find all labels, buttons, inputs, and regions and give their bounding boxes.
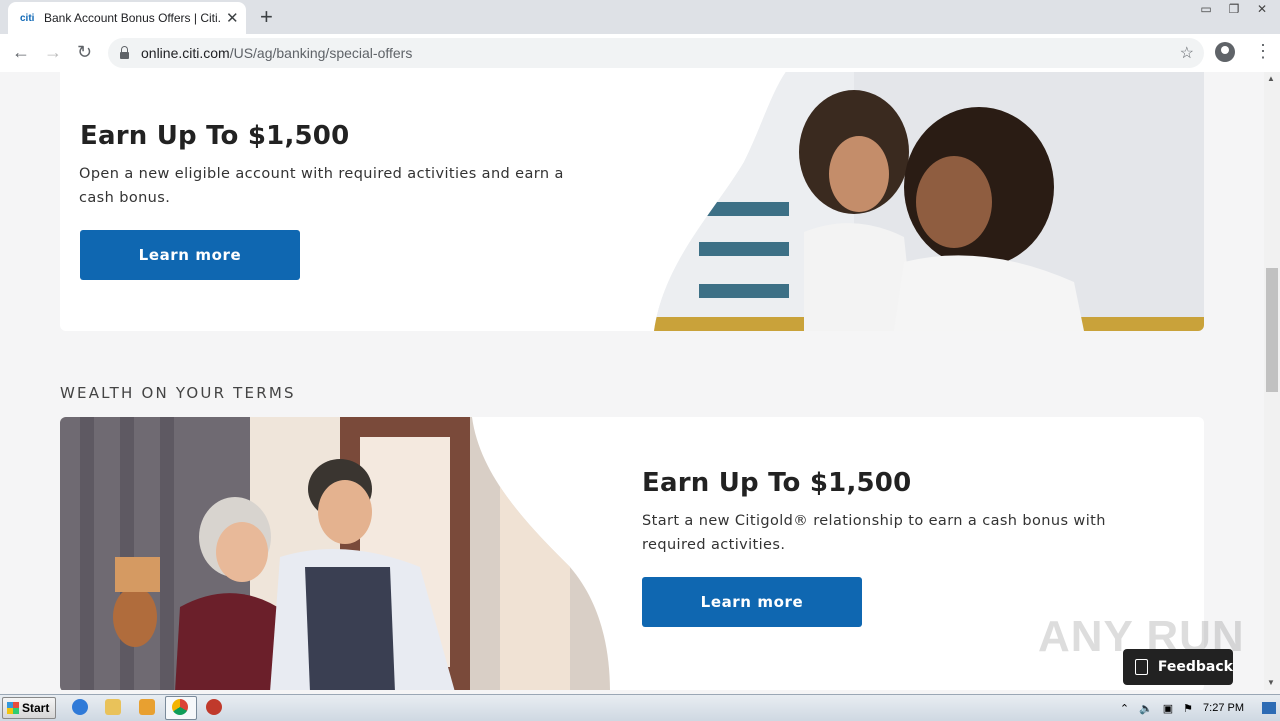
stop-icon[interactable] — [206, 699, 222, 715]
media-icon[interactable] — [139, 699, 155, 715]
offer-title: Earn Up To $1,500 — [80, 121, 350, 151]
citi-favicon: citi — [20, 12, 35, 24]
back-icon[interactable]: ← — [12, 42, 30, 63]
offer-title: Earn Up To $1,500 — [642, 468, 912, 498]
reload-icon[interactable]: ↻ — [77, 42, 92, 63]
clock[interactable]: 7:27 PM — [1203, 702, 1244, 714]
page-viewport: Earn Up To $1,500 Open a new eligible ac… — [0, 72, 1264, 690]
browser-tab[interactable]: citi Bank Account Bonus Offers | Citi.co… — [8, 2, 246, 34]
window-controls: ▭ ❐ ✕ — [1192, 0, 1276, 18]
minimize-icon[interactable]: ▭ — [1192, 0, 1220, 18]
new-tab-icon[interactable]: + — [260, 4, 273, 30]
menu-icon[interactable]: ⋮ — [1254, 41, 1272, 62]
tray-expand-icon[interactable]: ⌃ — [1120, 702, 1129, 715]
flag-icon[interactable]: ⚑ — [1183, 702, 1193, 715]
star-icon[interactable]: ☆ — [1180, 43, 1194, 63]
learn-more-button[interactable]: Learn more — [80, 230, 300, 280]
window-close-icon[interactable]: ✕ — [1248, 0, 1276, 18]
thumbs-up-icon — [1135, 659, 1148, 675]
scroll-thumb[interactable] — [1266, 268, 1278, 392]
windows-taskbar: Start ⌃ 🔈 ▣ ⚑ 7:27 PM — [0, 694, 1280, 721]
forward-icon[interactable]: → — [44, 42, 62, 63]
scroll-up-icon[interactable]: ▲ — [1267, 74, 1275, 83]
system-tray: ⌃ 🔈 ▣ ⚑ 7:27 PM — [1120, 695, 1280, 721]
start-label: Start — [22, 701, 50, 715]
start-button[interactable]: Start — [2, 697, 56, 719]
volume-icon[interactable]: 🔈 — [1139, 702, 1153, 715]
tab-title: Bank Account Bonus Offers | Citi.com — [44, 11, 220, 25]
address-bar[interactable]: online.citi.com/US/ag/banking/special-of… — [108, 38, 1204, 68]
learn-more-button[interactable]: Learn more — [642, 577, 862, 627]
browser-toolbar: ← → ↻ online.citi.com/US/ag/banking/spec… — [0, 34, 1280, 73]
vertical-scrollbar[interactable]: ▲ ▼ — [1264, 72, 1280, 690]
offer-description: Open a new eligible account with require… — [79, 166, 564, 206]
chrome-icon — [172, 699, 188, 715]
offer-card-citigold: Earn Up To $1,500 Start a new Citigold® … — [60, 417, 1204, 690]
tab-strip: citi Bank Account Bonus Offers | Citi.co… — [0, 0, 1280, 34]
close-icon[interactable]: ✕ — [226, 9, 239, 27]
lock-icon[interactable] — [120, 45, 129, 59]
show-desktop-icon[interactable] — [1262, 702, 1276, 714]
couple-photo — [60, 417, 610, 690]
feedback-button[interactable]: Feedback — [1123, 649, 1233, 685]
ie-icon[interactable] — [72, 699, 88, 715]
url-text: online.citi.com/US/ag/banking/special-of… — [141, 45, 412, 61]
chrome-taskbar-button[interactable] — [165, 696, 197, 720]
section-label: WEALTH ON YOUR TERMS — [60, 384, 296, 402]
offer-description: Start a new Citigold® relationship to ea… — [642, 513, 1106, 553]
url-path: /US/ag/banking/special-offers — [229, 45, 413, 61]
offer-card-checking: Earn Up To $1,500 Open a new eligible ac… — [60, 72, 1204, 331]
folder-icon[interactable] — [105, 699, 121, 715]
scroll-down-icon[interactable]: ▼ — [1267, 678, 1275, 687]
mother-daughter-photo — [654, 72, 1204, 331]
feedback-label: Feedback — [1157, 659, 1233, 675]
network-icon[interactable]: ▣ — [1163, 702, 1173, 715]
restore-icon[interactable]: ❐ — [1220, 0, 1248, 18]
profile-icon[interactable] — [1215, 42, 1235, 62]
windows-logo-icon — [7, 702, 19, 714]
url-host: online.citi.com — [141, 45, 230, 61]
